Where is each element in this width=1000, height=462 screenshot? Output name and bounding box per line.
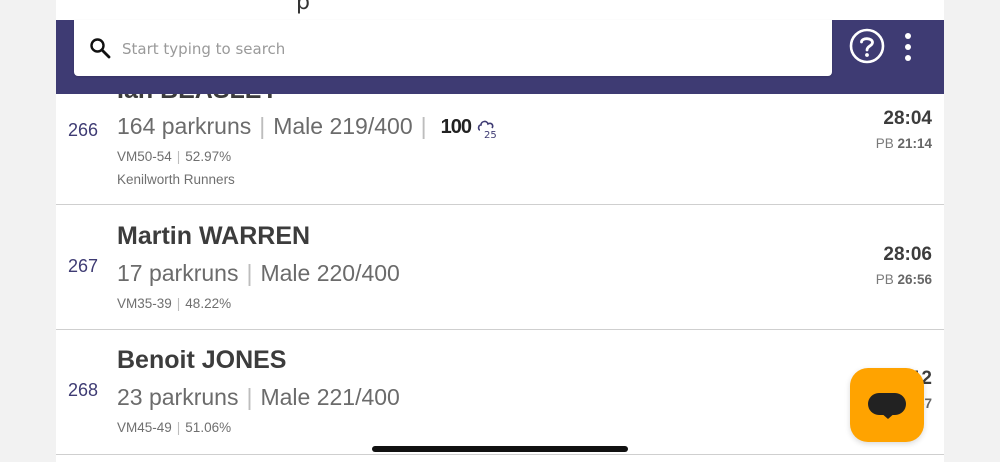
runner-meta: VM50-54 | 52.97% xyxy=(117,149,232,164)
gender-position: Male 221/400 xyxy=(260,384,400,410)
parkrun-count: 23 parkruns xyxy=(117,384,239,410)
help-circle-icon[interactable] xyxy=(848,27,886,65)
runner-meta: VM45-49 | 51.06% xyxy=(117,420,232,435)
finish-position: 267 xyxy=(68,256,99,276)
pb-time: 21:14 xyxy=(897,136,932,151)
search-box[interactable] xyxy=(74,20,832,76)
runner-stats: 23 parkruns | Male 221/400 xyxy=(117,384,400,410)
result-row-268[interactable]: Benoit JONES 268 23 parkruns | Male 221/40… xyxy=(56,330,944,455)
age-category: VM45-49 xyxy=(117,420,172,435)
runner-name[interactable]: Benoit JONES xyxy=(117,346,286,375)
pb-label: PB xyxy=(875,272,894,287)
age-category: VM35-39 xyxy=(117,296,172,311)
club-name[interactable]: Kenilworth Runners xyxy=(117,172,235,187)
result-row-267[interactable]: Martin WARREN 267 17 parkruns | Male 220/4… xyxy=(56,205,944,330)
more-vertical-icon[interactable] xyxy=(898,32,918,62)
age-category: VM50-54 xyxy=(117,149,172,164)
gender-position: Male 219/400 xyxy=(273,113,413,139)
search-input[interactable] xyxy=(120,34,804,64)
runner-stats: 17 parkruns | Male 220/400 xyxy=(117,260,400,286)
pb-time: 26:56 xyxy=(897,272,932,287)
runner-stats: 164 parkruns | Male 219/400 | 100 25 xyxy=(117,113,499,140)
chat-button[interactable] xyxy=(850,368,924,442)
gender-position: Male 220/400 xyxy=(260,260,400,286)
age-grade: 48.22% xyxy=(185,296,232,311)
finish-position: 266 xyxy=(68,120,99,140)
finish-time: 28:06 xyxy=(883,244,932,265)
personal-best: PB 21:14 xyxy=(876,136,932,151)
runner-meta: VM35-39 | 48.22% xyxy=(117,296,232,311)
parkrun-count: 164 parkruns xyxy=(117,113,252,139)
finish-position: 268 xyxy=(68,380,99,400)
finish-time: 28:04 xyxy=(883,108,932,129)
chat-bubble-tail xyxy=(880,412,896,419)
volunteer-25-icon: 25 xyxy=(477,120,497,140)
personal-best: PB 26:56 xyxy=(876,272,932,287)
header-bar xyxy=(56,20,944,94)
pb-label: PB xyxy=(875,136,894,151)
parkrun-count: 17 parkruns xyxy=(117,260,239,286)
result-row-266[interactable]: Ian BEASLEY 266 164 parkruns|Male 219/40… xyxy=(56,76,944,205)
home-indicator[interactable] xyxy=(372,446,628,452)
milestone-100-badge: 100 xyxy=(440,116,472,139)
search-icon xyxy=(90,38,111,59)
age-grade: 52.97% xyxy=(185,149,232,164)
cutoff-text: p xyxy=(296,0,310,15)
age-grade: 51.06% xyxy=(185,420,232,435)
volunteer-25-label: 25 xyxy=(484,130,497,140)
runner-name[interactable]: Martin WARREN xyxy=(117,222,310,251)
results-panel: p Ian BEASLEY 266 164 parkruns|Male 219/… xyxy=(56,0,944,462)
